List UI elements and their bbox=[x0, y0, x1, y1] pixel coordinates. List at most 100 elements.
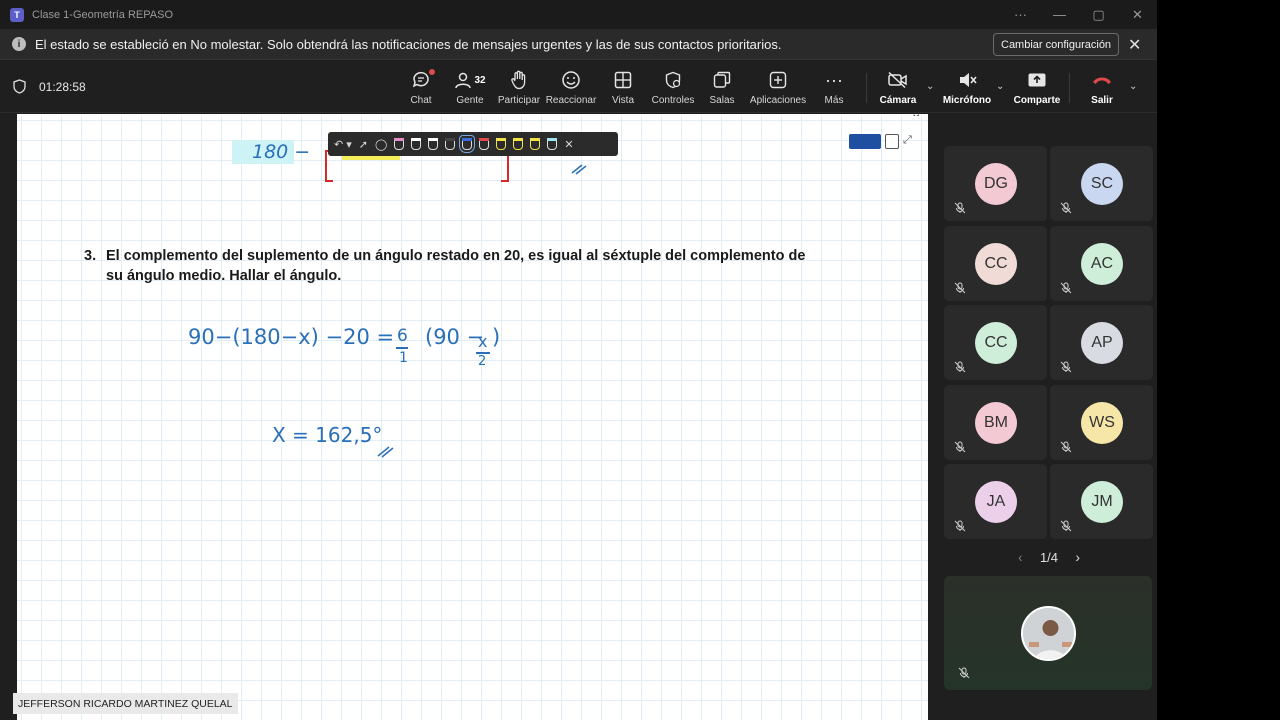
close-ink-toolbar-icon[interactable]: ✕ bbox=[564, 138, 573, 151]
participant-tile[interactable]: BM bbox=[944, 384, 1047, 460]
close-notification-icon[interactable]: ✕ bbox=[1128, 35, 1141, 55]
hang-up-icon bbox=[1091, 67, 1113, 93]
participant-tile[interactable]: SC bbox=[1050, 146, 1153, 221]
maximize-icon[interactable]: ▢ bbox=[1079, 7, 1118, 23]
self-mic-off-icon bbox=[958, 667, 970, 679]
participant-tile[interactable]: JA bbox=[944, 464, 1047, 539]
chat-label: Chat bbox=[410, 95, 432, 106]
leave-options-chevron-icon[interactable]: ⌄ bbox=[1129, 81, 1137, 92]
shared-whiteboard bbox=[17, 116, 928, 720]
shield-settings-icon bbox=[664, 67, 682, 93]
camera-off-icon bbox=[887, 67, 909, 93]
minimize-icon[interactable]: — bbox=[1040, 7, 1079, 22]
shield-icon bbox=[13, 79, 26, 94]
notification-message: El estado se estableció en No molestar. … bbox=[35, 36, 782, 52]
more-options-icon[interactable]: ··· bbox=[1001, 7, 1040, 22]
undo-icon[interactable]: ↶ ▾ bbox=[334, 138, 352, 151]
camera-button[interactable]: Cámara bbox=[863, 67, 933, 106]
equation-fraction2-numerator: x bbox=[478, 332, 488, 351]
window-controls: ··· — ▢ ✕ bbox=[1001, 0, 1157, 29]
next-page-icon[interactable]: › bbox=[1075, 549, 1080, 565]
equation-fraction-denominator: 1 bbox=[399, 350, 408, 366]
white-pen-icon[interactable] bbox=[411, 138, 422, 150]
participant-avatar: SC bbox=[1081, 163, 1123, 205]
change-settings-button[interactable]: Cambiar configuración bbox=[993, 33, 1120, 56]
equation-fraction2-denominator: 2 bbox=[478, 354, 487, 369]
more-label: Más bbox=[824, 95, 844, 106]
black-pen-icon[interactable] bbox=[445, 138, 456, 150]
yellow-highlighter-icon[interactable] bbox=[496, 138, 507, 150]
people-icon: 32 bbox=[454, 67, 486, 93]
breakout-rooms-icon bbox=[713, 67, 731, 93]
meeting-toolbar: 01:28:58 Chat 32 Gente Participar Reacci… bbox=[0, 61, 1157, 113]
problem-number: 3. bbox=[84, 248, 97, 264]
mic-muted-icon bbox=[1060, 441, 1072, 453]
presenter-avatar bbox=[1021, 606, 1076, 661]
participant-tile[interactable]: AC bbox=[1050, 225, 1153, 301]
previous-page-icon[interactable]: ‹ bbox=[1018, 549, 1023, 565]
leave-label: Salir bbox=[1091, 95, 1113, 106]
inking-toolbar: ↶ ▾ ➚ ◯ ✕ bbox=[328, 132, 618, 156]
meeting-timer: 01:28:58 bbox=[39, 80, 86, 94]
yellow-highlighter-icon-2[interactable] bbox=[513, 138, 524, 150]
participant-tile[interactable]: WS bbox=[1050, 384, 1153, 460]
problem-statement: 3. El complemento del suplemento de un á… bbox=[84, 246, 824, 286]
yellow-highlighter-icon-3[interactable] bbox=[530, 138, 541, 150]
lasso-icon[interactable]: ◯ bbox=[375, 138, 387, 151]
grid-view-icon bbox=[614, 67, 632, 93]
window-title: Clase 1-Geometría REPASO bbox=[32, 8, 174, 21]
mic-muted-icon bbox=[954, 202, 966, 214]
participant-avatar: CC bbox=[975, 242, 1017, 285]
presenter-name-label: JEFFERSON RICARDO MARTINEZ QUELAL bbox=[13, 693, 238, 714]
raise-hand-label: Participar bbox=[497, 95, 541, 106]
participant-avatar: BM bbox=[975, 401, 1017, 444]
equation-fraction-numerator: 6 bbox=[397, 326, 408, 346]
notification-bar: i El estado se estableció en No molestar… bbox=[0, 29, 1157, 60]
rooms-label: Salas bbox=[709, 95, 735, 106]
mic-muted-icon bbox=[1060, 361, 1072, 373]
close-window-icon[interactable]: ✕ bbox=[1118, 7, 1157, 23]
participant-avatar: AP bbox=[1081, 322, 1123, 364]
participant-tile[interactable]: JM bbox=[1050, 464, 1153, 539]
people-label: Gente bbox=[456, 95, 484, 106]
red-pen-icon[interactable] bbox=[479, 138, 490, 150]
more-dots-icon: ··· bbox=[825, 69, 843, 90]
more-button[interactable]: ··· Más bbox=[799, 67, 869, 107]
info-icon: i bbox=[12, 37, 26, 51]
leave-button[interactable]: Salir bbox=[1067, 67, 1137, 106]
expand-icon[interactable]: ⤢ bbox=[903, 134, 912, 147]
teams-logo-icon: T bbox=[10, 7, 24, 22]
mic-off-icon bbox=[957, 67, 977, 93]
blue-pen-icon[interactable] bbox=[459, 135, 476, 153]
page-view-button[interactable] bbox=[849, 134, 881, 149]
title-bar: T Clase 1-Geometría REPASO ··· — ▢ ✕ bbox=[0, 0, 1157, 29]
participant-tile[interactable]: DG bbox=[944, 146, 1047, 221]
select-pointer-icon[interactable]: ➚ bbox=[359, 138, 368, 151]
filter-button[interactable] bbox=[885, 134, 899, 149]
camera-label: Cámara bbox=[879, 95, 917, 106]
page-indicator: 1/4 bbox=[1039, 549, 1059, 565]
mic-muted-icon bbox=[954, 361, 966, 373]
microphone-label: Micrófono bbox=[942, 95, 992, 106]
share-button[interactable]: Comparte bbox=[1002, 67, 1072, 106]
equation-right-close: ) bbox=[492, 325, 501, 349]
answer: X = 162,5° bbox=[272, 423, 383, 447]
share-label: Comparte bbox=[1013, 95, 1061, 106]
participant-avatar: JA bbox=[975, 481, 1017, 523]
cyan-highlighter-icon[interactable] bbox=[547, 138, 558, 150]
microphone-button[interactable]: Micrófono bbox=[932, 67, 1002, 106]
mic-muted-icon bbox=[1060, 202, 1072, 214]
participant-tile[interactable]: CC bbox=[944, 225, 1047, 301]
equation-left: 90−(180−x) −20 = bbox=[188, 325, 395, 349]
handwritten-fragment: 180 − bbox=[252, 141, 311, 163]
participant-avatar: WS bbox=[1081, 401, 1123, 444]
white-pen-icon-2[interactable] bbox=[428, 138, 439, 150]
smile-icon bbox=[561, 67, 581, 93]
equation-right-open: (90 − bbox=[425, 325, 485, 349]
pink-pen-icon[interactable] bbox=[394, 138, 405, 150]
teams-window: T Clase 1-Geometría REPASO ··· — ▢ ✕ i E… bbox=[0, 0, 1157, 720]
mic-muted-icon bbox=[1060, 520, 1072, 532]
participant-tile[interactable]: CC bbox=[944, 305, 1047, 380]
share-screen-icon bbox=[1027, 67, 1047, 93]
participant-tile[interactable]: AP bbox=[1050, 305, 1153, 380]
